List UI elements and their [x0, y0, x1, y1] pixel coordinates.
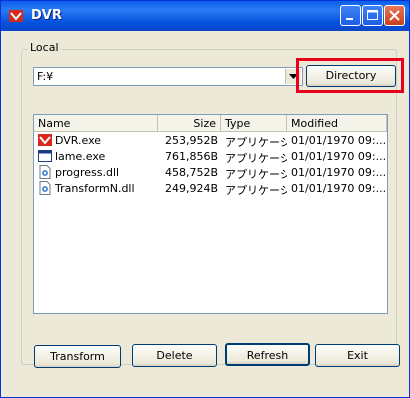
- transform-button[interactable]: Transform: [34, 345, 121, 368]
- column-header-modified[interactable]: Modified: [287, 115, 387, 132]
- file-name: progress.dll: [55, 166, 120, 179]
- file-row[interactable]: TransformN.dll 249,924B アプリケーシ... 01/01/…: [34, 181, 387, 197]
- dvr-app-icon: [38, 134, 52, 146]
- file-row[interactable]: progress.dll 458,752B アプリケーシ... 01/01/19…: [34, 165, 387, 181]
- file-name: DVR.exe: [55, 134, 102, 147]
- file-size: 761,856B: [164, 150, 218, 163]
- title-bar[interactable]: DVR: [1, 1, 409, 31]
- file-row[interactable]: DVR.exe 253,952B アプリケーシ... 01/01/1970 09…: [34, 133, 387, 149]
- file-modified: 01/01/1970 09:...: [291, 166, 385, 179]
- file-list[interactable]: Name Size Type Modified DVR.exe 253,952B…: [33, 114, 388, 314]
- path-value: F:¥: [37, 70, 54, 83]
- file-name: lame.exe: [55, 150, 106, 163]
- maximize-icon: [367, 10, 378, 20]
- file-size: 249,924B: [164, 182, 218, 195]
- file-type: アプリケーシ...: [225, 184, 287, 197]
- dvr-window: DVR Local F:¥ Directory Name Size Type M…: [0, 0, 410, 398]
- file-type: アプリケーシ...: [225, 168, 287, 181]
- dll-file-icon: [39, 181, 51, 195]
- maximize-button[interactable]: [362, 5, 383, 26]
- dll-file-icon: [39, 165, 51, 179]
- file-type: アプリケーシ...: [225, 152, 287, 165]
- dvr-app-icon: [9, 10, 23, 22]
- refresh-button[interactable]: Refresh: [225, 343, 310, 366]
- minimize-icon: [346, 18, 353, 20]
- close-icon: [389, 10, 400, 21]
- file-name: TransformN.dll: [55, 182, 135, 195]
- close-button[interactable]: [384, 5, 405, 26]
- file-size: 253,952B: [164, 134, 218, 147]
- column-header-type[interactable]: Type: [221, 115, 287, 132]
- exit-button[interactable]: Exit: [315, 344, 400, 367]
- minimize-button[interactable]: [340, 5, 361, 26]
- exe-file-icon: [38, 150, 52, 162]
- column-header-name[interactable]: Name: [34, 115, 158, 132]
- path-combobox[interactable]: F:¥: [33, 67, 303, 86]
- window-title: DVR: [31, 8, 62, 23]
- file-type: アプリケーシ...: [225, 136, 287, 149]
- file-modified: 01/01/1970 09:...: [291, 134, 385, 147]
- delete-button[interactable]: Delete: [132, 344, 217, 367]
- file-row[interactable]: lame.exe 761,856B アプリケーシ... 01/01/1970 0…: [34, 149, 387, 165]
- file-modified: 01/01/1970 09:...: [291, 182, 385, 195]
- column-header-size[interactable]: Size: [158, 115, 221, 132]
- file-modified: 01/01/1970 09:...: [291, 150, 385, 163]
- directory-button[interactable]: Directory: [306, 65, 396, 87]
- file-size: 458,752B: [164, 166, 218, 179]
- local-group-label: Local: [28, 41, 61, 54]
